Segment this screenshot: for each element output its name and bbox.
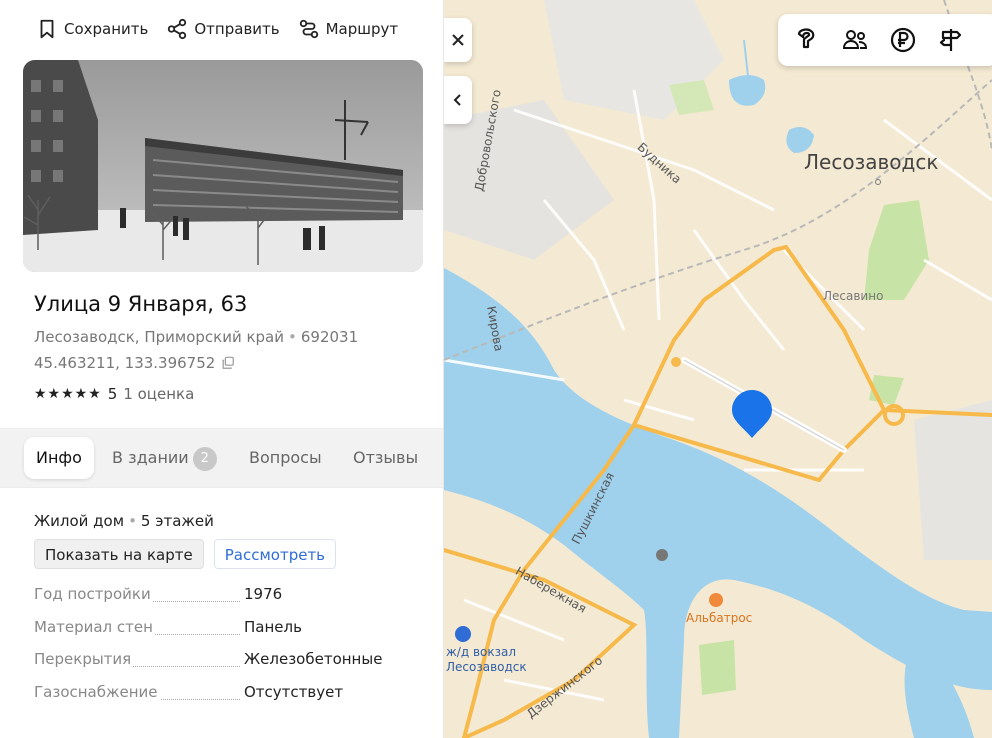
building-properties: Год постройки 1976 Материал стен Панель … <box>34 585 414 715</box>
station-label-line2[interactable]: Лесозаводск <box>446 660 527 674</box>
map-layers-toolbar <box>778 14 992 66</box>
coordinates: 45.463211, 133.396752 <box>34 354 235 372</box>
property-key: Год постройки <box>34 585 153 603</box>
tab-in-building[interactable]: В здании 2 <box>100 437 229 479</box>
building-type: Жилой дом <box>34 512 125 530</box>
save-button[interactable]: Сохранить <box>36 18 148 40</box>
collapse-panel-button[interactable] <box>444 76 472 124</box>
building-buttons: Показать на карте Рассмотреть <box>34 539 337 569</box>
close-button[interactable] <box>444 18 472 62</box>
bookmark-icon <box>40 19 54 39</box>
tab-questions[interactable]: Вопросы <box>237 437 334 479</box>
poi-beach-icon <box>656 549 668 561</box>
place-card: Сохранить Отправить Маршрут Улица 9 Янва… <box>0 0 444 738</box>
property-value: 1976 <box>244 585 283 603</box>
route-icon <box>299 19 318 39</box>
share-button[interactable]: Отправить <box>166 18 280 40</box>
property-value: Железобетонные <box>244 650 383 668</box>
photo-image <box>23 60 423 272</box>
tab-badge: 2 <box>192 447 217 471</box>
close-icon <box>452 34 464 46</box>
place-title: Улица 9 Января, 63 <box>34 292 248 316</box>
postcode: 692031 <box>300 328 359 346</box>
building-floors: 5 этажей <box>140 512 214 530</box>
tabs: Инфо В здании 2 Вопросы Отзывы <box>0 428 443 488</box>
property-key: Материал стен <box>34 617 155 636</box>
property-row: Материал стен Панель <box>34 617 414 651</box>
separator-dot: • <box>128 512 137 530</box>
chevron-left-icon <box>453 94 461 106</box>
building-photo[interactable] <box>23 60 423 272</box>
share-label: Отправить <box>194 20 280 38</box>
rating-value: 5 <box>107 385 118 403</box>
people-icon <box>842 30 868 49</box>
coordinates-text: 45.463211, 133.396752 <box>34 354 216 372</box>
tab-questions-label: Вопросы <box>249 448 322 467</box>
layer-prices-button[interactable] <box>888 25 918 55</box>
tab-in-building-label: В здании <box>112 448 189 467</box>
poi-station-icon <box>455 626 471 642</box>
tab-reviews[interactable]: Отзывы <box>341 437 430 479</box>
place-label-albatros[interactable]: Альбатрос <box>686 611 752 625</box>
layer-panorama-button[interactable] <box>792 25 822 55</box>
copy-icon[interactable] <box>221 356 235 370</box>
place-label-lesavino: Лесавино <box>823 289 884 303</box>
property-row: Перекрытия Железобетонные <box>34 650 414 683</box>
rating-count-link[interactable]: 1 оценка <box>123 385 194 403</box>
property-value: Отсутствует <box>244 682 344 701</box>
address-text: Лесозаводск, Приморский край <box>34 328 284 346</box>
tab-info-label: Инфо <box>36 448 82 467</box>
tab-info[interactable]: Инфо <box>24 437 94 479</box>
place-address: Лесозаводск, Приморский край • 692031 <box>34 328 358 346</box>
view-button[interactable]: Рассмотреть <box>213 539 337 569</box>
property-row: Год постройки 1976 <box>34 585 414 618</box>
rating: ★★★★★ 5 1 оценка <box>34 385 194 403</box>
signpost-icon <box>939 29 962 51</box>
city-label: Лесозаводск <box>804 150 939 174</box>
poi-albatros-icon <box>709 593 723 607</box>
map-view[interactable]: Лесозаводск Добровольского Будника Киров… <box>444 0 992 738</box>
route-button[interactable]: Маршрут <box>298 18 399 40</box>
panorama-icon <box>797 28 815 49</box>
location-pin-icon[interactable] <box>730 388 774 440</box>
tab-reviews-label: Отзывы <box>353 448 419 467</box>
route-label: Маршрут <box>325 20 399 38</box>
show-on-map-button[interactable]: Показать на карте <box>34 539 204 569</box>
save-label: Сохранить <box>64 20 149 38</box>
building-summary: Жилой дом • 5 этажей <box>34 512 214 530</box>
property-value: Панель <box>244 617 302 636</box>
share-icon <box>168 18 187 40</box>
property-row: Газоснабжение Отсутствует <box>34 682 414 716</box>
separator-dot: • <box>288 328 297 346</box>
layer-people-button[interactable] <box>840 25 870 55</box>
station-label-line1[interactable]: ж/д вокзал <box>446 645 516 659</box>
property-key: Перекрытия <box>34 650 134 668</box>
layer-signpost-button[interactable] <box>936 25 966 55</box>
ruble-icon <box>890 27 916 53</box>
action-bar: Сохранить Отправить Маршрут <box>36 12 398 46</box>
map-canvas <box>444 0 992 738</box>
property-key: Газоснабжение <box>34 682 160 701</box>
rating-stars-icon: ★★★★★ <box>34 386 102 402</box>
poi-theater-icon <box>671 357 681 367</box>
